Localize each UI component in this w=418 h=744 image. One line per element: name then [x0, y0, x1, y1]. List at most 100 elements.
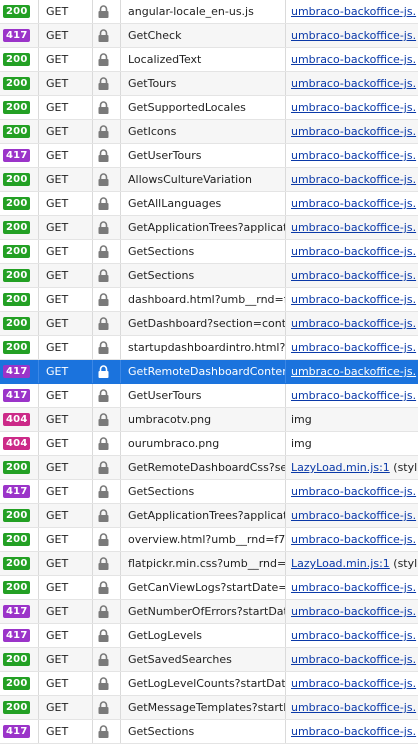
initiator-link[interactable]: umbraco-backoffice-js.: [291, 197, 416, 210]
initiator-link[interactable]: umbraco-backoffice-js.: [291, 341, 416, 354]
status-cell: 200: [0, 504, 38, 527]
request-row[interactable]: 200 GET dashboard.html?umb__rnd=f7 umbra…: [0, 288, 418, 312]
status-cell: 417: [0, 600, 38, 623]
initiator-link[interactable]: umbraco-backoffice-js.: [291, 629, 416, 642]
initiator-link[interactable]: umbraco-backoffice-js.: [291, 101, 416, 114]
initiator-link[interactable]: umbraco-backoffice-js.: [291, 29, 416, 42]
request-row[interactable]: 200 GET GetLogLevelCounts?startDate= umb…: [0, 672, 418, 696]
request-row[interactable]: 417 GET GetRemoteDashboardContent umbrac…: [0, 360, 418, 384]
status-cell: 200: [0, 48, 38, 71]
initiator-link[interactable]: umbraco-backoffice-js.: [291, 293, 416, 306]
initiator-link[interactable]: umbraco-backoffice-js.: [291, 389, 416, 402]
initiator-link[interactable]: LazyLoad.min.js:1: [291, 461, 390, 474]
request-row[interactable]: 200 GET GetRemoteDashboardCss?secti Lazy…: [0, 456, 418, 480]
file-cell: flatpickr.min.css?umb__rnd=f7: [120, 552, 285, 575]
initiator-link[interactable]: umbraco-backoffice-js.: [291, 533, 416, 546]
initiator-link[interactable]: umbraco-backoffice-js.: [291, 173, 416, 186]
lock-icon: [98, 677, 109, 690]
initiator-link[interactable]: umbraco-backoffice-js.: [291, 581, 416, 594]
lock-cell: [92, 648, 120, 671]
initiator-cell: LazyLoad.min.js:1 (styl: [285, 552, 418, 575]
lock-cell: [92, 408, 120, 431]
initiator-link[interactable]: umbraco-backoffice-js.: [291, 269, 416, 282]
request-row[interactable]: 417 GET GetSections umbraco-backoffice-j…: [0, 720, 418, 744]
request-row[interactable]: 417 GET GetSections umbraco-backoffice-j…: [0, 480, 418, 504]
initiator-link[interactable]: umbraco-backoffice-js.: [291, 653, 416, 666]
request-row[interactable]: 417 GET GetUserTours umbraco-backoffice-…: [0, 144, 418, 168]
request-row[interactable]: 200 GET angular-locale_en-us.js umbraco-…: [0, 0, 418, 24]
initiator-link[interactable]: umbraco-backoffice-js.: [291, 701, 416, 714]
method-cell: GET: [38, 192, 92, 215]
initiator-cell: umbraco-backoffice-js.: [285, 528, 418, 551]
file-cell: GetSections: [120, 720, 285, 743]
request-row[interactable]: 200 GET GetApplicationTrees?applicatio u…: [0, 216, 418, 240]
initiator-link[interactable]: umbraco-backoffice-js.: [291, 125, 416, 138]
request-row[interactable]: 404 GET umbracotv.png img: [0, 408, 418, 432]
lock-cell: [92, 528, 120, 551]
initiator-cell: umbraco-backoffice-js.: [285, 624, 418, 647]
status-badge: 200: [3, 125, 31, 138]
initiator-link[interactable]: umbraco-backoffice-js.: [291, 221, 416, 234]
status-badge: 200: [3, 701, 31, 714]
method-cell: GET: [38, 408, 92, 431]
method-cell: GET: [38, 528, 92, 551]
request-row[interactable]: 200 GET GetMessageTemplates?startDa umbr…: [0, 696, 418, 720]
lock-icon: [98, 173, 109, 186]
request-row[interactable]: 404 GET ourumbraco.png img: [0, 432, 418, 456]
status-cell: 200: [0, 72, 38, 95]
request-row[interactable]: 200 GET GetSavedSearches umbraco-backoff…: [0, 648, 418, 672]
status-badge: 200: [3, 197, 31, 210]
file-cell: overview.html?umb__rnd=f7ac: [120, 528, 285, 551]
request-row[interactable]: 417 GET GetUserTours umbraco-backoffice-…: [0, 384, 418, 408]
initiator-cell: LazyLoad.min.js:1 (styl: [285, 456, 418, 479]
request-row[interactable]: 200 GET GetTours umbraco-backoffice-js.: [0, 72, 418, 96]
request-row[interactable]: 200 GET GetIcons umbraco-backoffice-js.: [0, 120, 418, 144]
request-row[interactable]: 200 GET GetSupportedLocales umbraco-back…: [0, 96, 418, 120]
lock-cell: [92, 240, 120, 263]
initiator-cell: umbraco-backoffice-js.: [285, 600, 418, 623]
initiator-link[interactable]: LazyLoad.min.js:1: [291, 557, 390, 570]
method-cell: GET: [38, 216, 92, 239]
request-row[interactable]: 200 GET GetCanViewLogs?startDate=20 umbr…: [0, 576, 418, 600]
lock-cell: [92, 72, 120, 95]
initiator-link[interactable]: umbraco-backoffice-js.: [291, 53, 416, 66]
request-row[interactable]: 200 GET startupdashboardintro.html?u umb…: [0, 336, 418, 360]
request-row[interactable]: 200 GET flatpickr.min.css?umb__rnd=f7 La…: [0, 552, 418, 576]
request-row[interactable]: 417 GET GetCheck umbraco-backoffice-js.: [0, 24, 418, 48]
request-row[interactable]: 200 GET GetApplicationTrees?applicatio u…: [0, 504, 418, 528]
initiator-link[interactable]: umbraco-backoffice-js.: [291, 485, 416, 498]
request-row[interactable]: 200 GET AllowsCultureVariation umbraco-b…: [0, 168, 418, 192]
status-cell: 417: [0, 480, 38, 503]
request-row[interactable]: 200 GET GetAllLanguages umbraco-backoffi…: [0, 192, 418, 216]
request-row[interactable]: 200 GET GetSections umbraco-backoffice-j…: [0, 264, 418, 288]
initiator-cell: umbraco-backoffice-js.: [285, 288, 418, 311]
initiator-cell: img: [285, 432, 418, 455]
status-badge: 200: [3, 317, 31, 330]
request-row[interactable]: 417 GET GetNumberOfErrors?startDate umbr…: [0, 600, 418, 624]
initiator-cell: umbraco-backoffice-js.: [285, 24, 418, 47]
initiator-type: img: [291, 437, 312, 450]
method-cell: GET: [38, 576, 92, 599]
request-row[interactable]: 200 GET overview.html?umb__rnd=f7ac umbr…: [0, 528, 418, 552]
initiator-link[interactable]: umbraco-backoffice-js.: [291, 605, 416, 618]
initiator-link[interactable]: umbraco-backoffice-js.: [291, 365, 416, 378]
initiator-link[interactable]: umbraco-backoffice-js.: [291, 245, 416, 258]
initiator-link[interactable]: umbraco-backoffice-js.: [291, 77, 416, 90]
request-row[interactable]: 200 GET GetSections umbraco-backoffice-j…: [0, 240, 418, 264]
status-badge: 200: [3, 557, 31, 570]
initiator-link[interactable]: umbraco-backoffice-js.: [291, 149, 416, 162]
lock-cell: [92, 312, 120, 335]
request-row[interactable]: 200 GET LocalizedText umbraco-backoffice…: [0, 48, 418, 72]
lock-icon: [98, 509, 109, 522]
request-row[interactable]: 200 GET GetDashboard?section=conten umbr…: [0, 312, 418, 336]
initiator-link[interactable]: umbraco-backoffice-js.: [291, 509, 416, 522]
lock-icon: [98, 365, 109, 378]
initiator-link[interactable]: umbraco-backoffice-js.: [291, 317, 416, 330]
initiator-link[interactable]: umbraco-backoffice-js.: [291, 5, 416, 18]
request-row[interactable]: 417 GET GetLogLevels umbraco-backoffice-…: [0, 624, 418, 648]
method-cell: GET: [38, 336, 92, 359]
method-cell: GET: [38, 600, 92, 623]
initiator-link[interactable]: umbraco-backoffice-js.: [291, 677, 416, 690]
status-cell: 417: [0, 720, 38, 743]
initiator-link[interactable]: umbraco-backoffice-js.: [291, 725, 416, 738]
